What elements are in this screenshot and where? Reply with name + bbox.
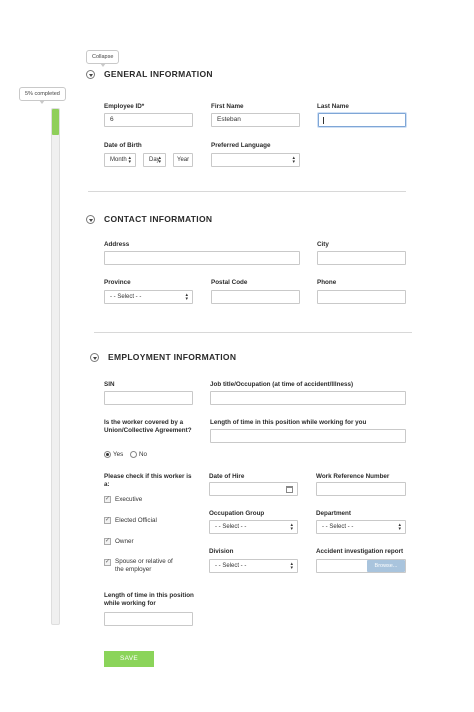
browse-button[interactable]: Browse... (367, 560, 405, 572)
language-label: Preferred Language (211, 142, 271, 149)
hire-date-label: Date of Hire (209, 473, 245, 480)
collapse-toggle-icon[interactable] (90, 353, 99, 362)
text-cursor (323, 117, 324, 124)
calendar-icon[interactable] (286, 486, 293, 493)
reference-field[interactable] (316, 482, 406, 496)
union-no-label: No (139, 451, 148, 458)
select-arrows-icon: ▴ ▾ (128, 155, 131, 165)
employment-section-title: EMPLOYMENT INFORMATION (108, 352, 237, 362)
department-label: Department (316, 510, 351, 517)
sin-label: SIN (104, 381, 115, 388)
department-select[interactable]: - - Select - - ▴ ▾ (316, 520, 406, 534)
last-name-field[interactable] (318, 113, 406, 127)
owner-label: Owner (115, 538, 134, 545)
owner-checkbox[interactable]: ✓ (104, 538, 111, 545)
progress-fill (52, 109, 59, 135)
union-yes-label: Yes (113, 451, 124, 458)
executive-checkbox[interactable]: ✓ (104, 496, 111, 503)
postal-code-field[interactable] (211, 290, 300, 304)
length2-field[interactable] (104, 612, 193, 626)
first-name-field[interactable]: Esteban (211, 113, 300, 127)
province-select[interactable]: - - Select - - ▴ ▾ (104, 290, 193, 304)
union-yes-radio[interactable] (104, 451, 111, 458)
dob-month-value: Month (110, 157, 127, 163)
employee-id-label: Employee ID* (104, 103, 145, 110)
language-select[interactable]: ▴ ▾ (211, 153, 300, 167)
section-divider (88, 191, 406, 192)
dob-year-field[interactable]: Year (173, 153, 193, 167)
dob-month-select[interactable]: Month ▴ ▾ (104, 153, 136, 167)
length-label: Length of time in this position while wo… (210, 419, 367, 426)
select-arrows-icon: ▴ ▾ (185, 292, 188, 302)
reference-label: Work Reference Number (316, 473, 390, 480)
city-label: City (317, 241, 329, 248)
spouse-label: Spouse or relative of the employer (115, 558, 173, 573)
spouse-checkbox[interactable]: ✓ (104, 559, 111, 566)
hire-date-field[interactable] (209, 482, 298, 496)
worker-type-label: Please check if this worker is a: (104, 473, 192, 488)
occupation-group-label: Occupation Group (209, 510, 265, 517)
general-section-title: GENERAL INFORMATION (104, 69, 213, 79)
division-label: Division (209, 548, 234, 555)
city-field[interactable] (317, 251, 406, 265)
job-title-label: Job title/Occupation (at time of acciden… (210, 381, 354, 388)
report-label: Accident investigation report (316, 548, 404, 555)
save-button[interactable]: SAVE (104, 651, 154, 667)
address-field[interactable] (104, 251, 300, 265)
progress-rail (51, 108, 60, 625)
select-arrows-icon: ▴ ▾ (158, 155, 161, 165)
department-value: - - Select - - (322, 524, 354, 530)
union-no-radio[interactable] (130, 451, 137, 458)
union-label: Is the worker covered by a Union/Collect… (104, 419, 192, 434)
select-arrows-icon: ▴ ▾ (290, 522, 293, 532)
province-label: Province (104, 279, 131, 286)
executive-label: Executive (115, 496, 143, 503)
sin-field[interactable] (104, 391, 193, 405)
select-arrows-icon: ▴ ▾ (292, 155, 295, 165)
job-title-field[interactable] (210, 391, 406, 405)
last-name-label: Last Name (317, 103, 349, 110)
section-divider (94, 332, 412, 333)
select-arrows-icon: ▴ ▾ (290, 561, 293, 571)
contact-section-title: CONTACT INFORMATION (104, 214, 213, 224)
address-label: Address (104, 241, 130, 248)
select-arrows-icon: ▴ ▾ (398, 522, 401, 532)
dob-label: Date of Birth (104, 142, 142, 149)
division-value: - - Select - - (215, 563, 247, 569)
division-select[interactable]: - - Select - - ▴ ▾ (209, 559, 298, 573)
elected-official-label: Elected Official (115, 517, 157, 524)
phone-field[interactable] (317, 290, 406, 304)
collapse-toggle-icon[interactable] (86, 215, 95, 224)
province-value: - - Select - - (110, 294, 142, 300)
occupation-group-value: - - Select - - (215, 524, 247, 530)
first-name-label: First Name (211, 103, 244, 110)
occupation-group-select[interactable]: - - Select - - ▴ ▾ (209, 520, 298, 534)
progress-tooltip: 5% completed (19, 87, 66, 104)
dob-day-select[interactable]: Day ▴ ▾ (143, 153, 166, 167)
postal-code-label: Postal Code (211, 279, 248, 286)
employee-id-field[interactable]: 6 (104, 113, 193, 127)
phone-label: Phone (317, 279, 337, 286)
elected-official-checkbox[interactable]: ✓ (104, 517, 111, 524)
length2-label: Length of time in this position while wo… (104, 592, 194, 607)
collapse-toggle-icon[interactable] (86, 70, 95, 79)
length-field[interactable] (210, 429, 406, 443)
collapse-tooltip: Collapse (86, 50, 120, 67)
